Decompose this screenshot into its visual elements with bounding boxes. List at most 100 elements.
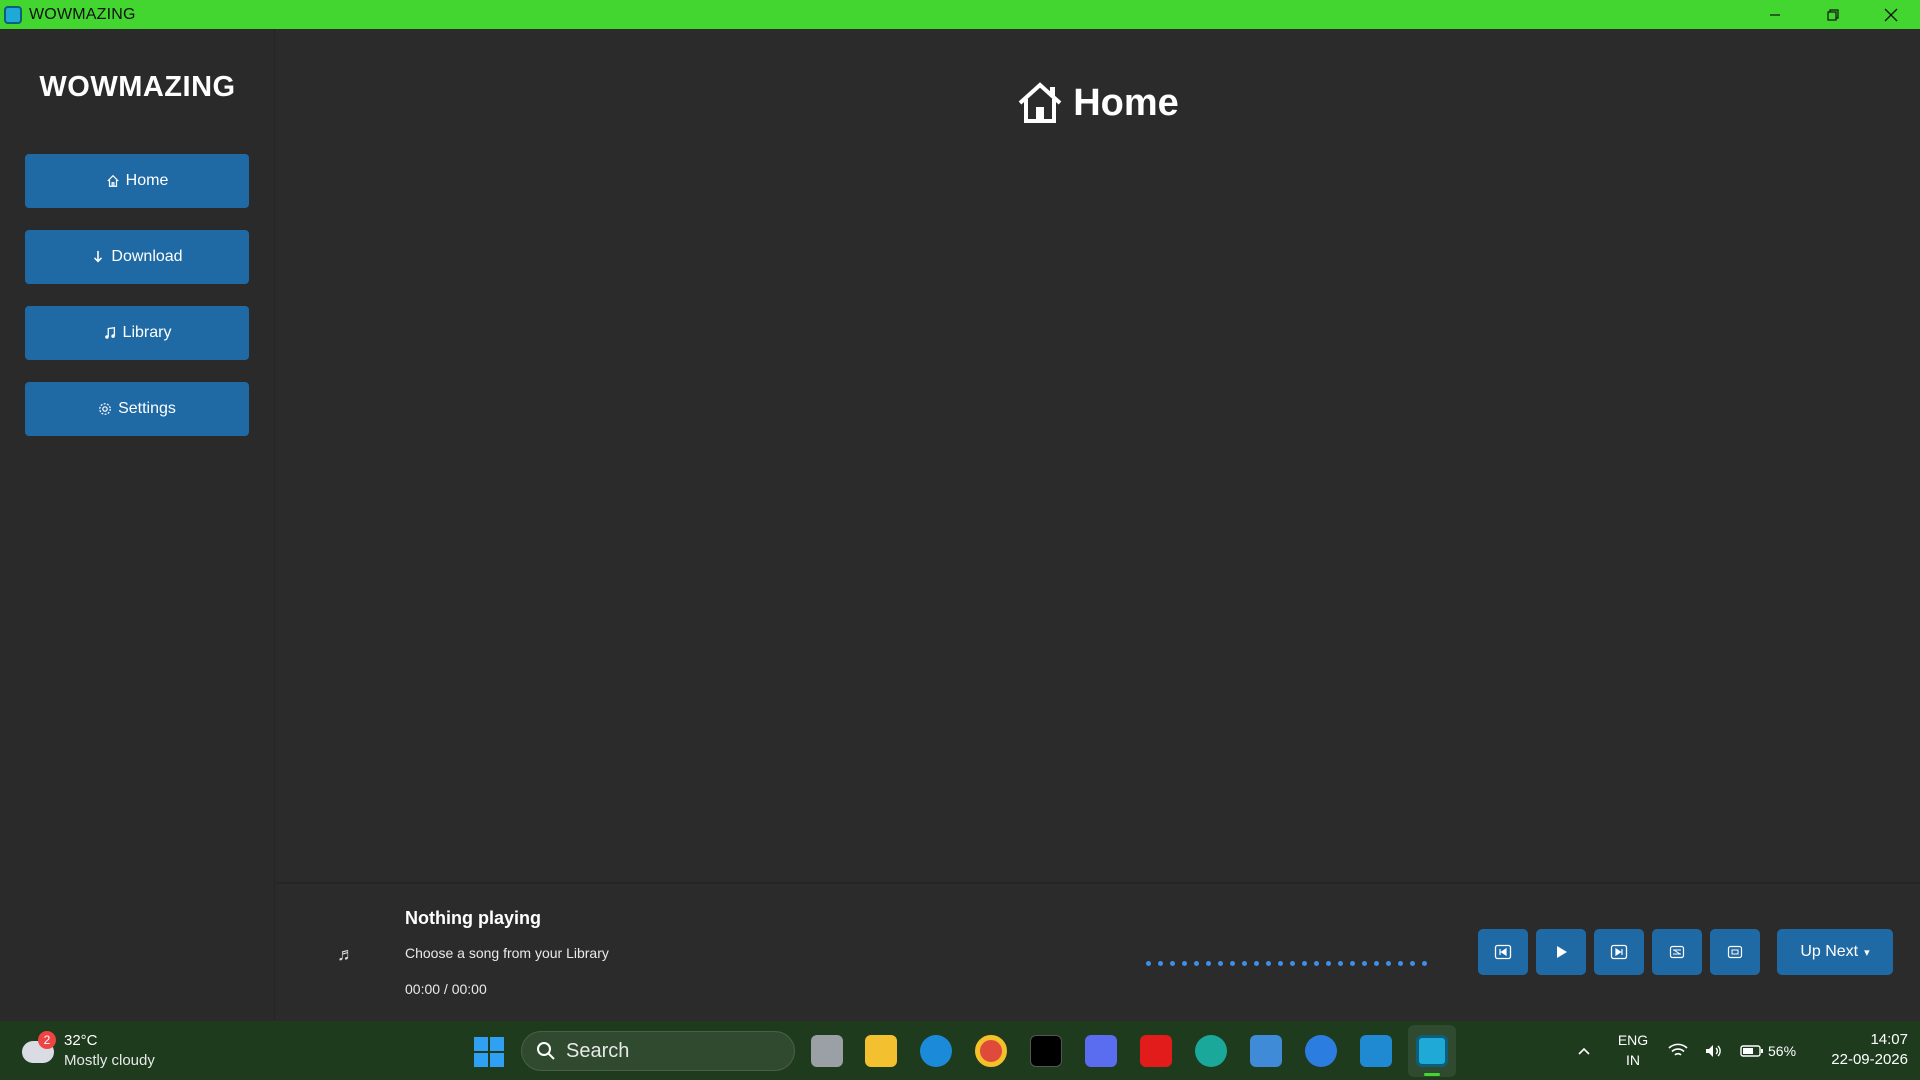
play-button[interactable] (1536, 929, 1586, 975)
battery-icon (1740, 1044, 1763, 1057)
close-button[interactable] (1862, 0, 1920, 29)
progress-dot (1230, 960, 1235, 966)
progress-dot (1158, 960, 1163, 966)
search-label: Search (566, 1039, 630, 1062)
progress-dot (1266, 960, 1271, 966)
progress-dot (1386, 960, 1391, 966)
progress-dot (1254, 960, 1259, 966)
restore-button[interactable] (1804, 0, 1862, 29)
shuffle-button[interactable] (1652, 929, 1702, 975)
progress-dot (1302, 960, 1307, 966)
sidebar-item-settings[interactable]: Settings (25, 382, 249, 436)
next-icon (1610, 944, 1628, 960)
wifi-icon[interactable] (1668, 1021, 1688, 1080)
now-playing-title: Nothing playing (405, 908, 541, 928)
progress-dot (1290, 960, 1295, 966)
active-indicator (1424, 1073, 1440, 1076)
progress-dot (1146, 960, 1151, 966)
playback-time: 00:00 / 00:00 (405, 981, 487, 997)
progress-slider[interactable] (1146, 958, 1446, 968)
sidebar-item-home[interactable]: Home (25, 154, 249, 208)
notification-badge: 2 (38, 1031, 56, 1049)
progress-dot (1410, 960, 1415, 966)
file-explorer-icon[interactable] (865, 1035, 897, 1067)
sidebar-item-download[interactable]: Download (25, 230, 249, 284)
taskbar: 2 32°C Mostly cloudy Search ENG IN 56% 1… (0, 1021, 1920, 1080)
home-icon (106, 174, 119, 187)
sidebar-item-label: Download (111, 248, 183, 265)
progress-dot (1398, 960, 1403, 966)
neo-app-icon[interactable] (1140, 1035, 1172, 1067)
app-icon (4, 5, 22, 24)
progress-dot (1362, 960, 1367, 966)
m365-icon[interactable] (1250, 1035, 1282, 1067)
next-button[interactable] (1594, 929, 1644, 975)
clock-date: 22-09-2026 (1831, 1051, 1908, 1068)
weather-widget[interactable]: 2 32°C Mostly cloudy (22, 1031, 202, 1071)
progress-dot (1374, 960, 1379, 966)
page-header: Home (276, 81, 1920, 125)
music-note-icon (104, 326, 115, 339)
sidebar-item-label: Settings (118, 400, 176, 417)
previous-icon (1494, 944, 1512, 960)
restore-icon (1827, 8, 1839, 21)
progress-dot (1170, 960, 1175, 966)
home-icon (1018, 82, 1062, 123)
sidebar-item-library[interactable]: Library (25, 306, 249, 360)
vscode-icon[interactable] (1360, 1035, 1392, 1067)
play-icon (1557, 946, 1567, 958)
sidebar-item-label: Library (122, 324, 172, 341)
start-button[interactable] (474, 1037, 504, 1067)
weather-temp: 32°C (64, 1032, 98, 1049)
chevron-up-icon (1578, 1047, 1590, 1055)
progress-dot (1218, 960, 1223, 966)
windows-logo-icon (474, 1037, 488, 1051)
sidebar-item-label: Home (125, 172, 169, 189)
progress-dot (1338, 960, 1343, 966)
main-content: Home (276, 29, 1920, 882)
chrome-icon[interactable] (975, 1035, 1007, 1067)
progress-dot (1194, 960, 1199, 966)
minimize-icon (1770, 13, 1780, 16)
up-next-dropdown[interactable]: Up Next ▾ (1777, 929, 1893, 975)
progress-dot (1182, 960, 1187, 966)
up-next-label: Up Next (1800, 943, 1859, 960)
battery-indicator[interactable]: 56% (1740, 1021, 1796, 1080)
previous-button[interactable] (1478, 929, 1528, 975)
download-icon (94, 250, 103, 263)
app-icon-teal[interactable] (1195, 1035, 1227, 1067)
progress-dot (1326, 960, 1331, 966)
sidebar: WOWMAZING Home Download Library Settings (0, 29, 275, 1021)
repeat-button[interactable] (1710, 929, 1760, 975)
lang-top: ENG (1617, 1032, 1649, 1048)
tray-overflow-button[interactable] (1576, 1021, 1592, 1080)
edge-icon[interactable] (920, 1035, 952, 1067)
progress-dot (1206, 960, 1211, 966)
volume-icon[interactable] (1704, 1021, 1724, 1080)
player-bar: ♬ Nothing playing Choose a song from you… (276, 882, 1920, 1021)
title-bar: WOWMAZING (0, 0, 1920, 29)
app-icon-dark[interactable] (1030, 1035, 1062, 1067)
clock[interactable]: 14:07 22-09-2026 (1808, 1030, 1908, 1070)
brand-title: WOWMAZING (39, 71, 236, 103)
taskbar-search[interactable]: Search (521, 1031, 795, 1071)
lang-bottom: IN (1626, 1052, 1640, 1068)
battery-percent: 56% (1768, 1042, 1797, 1059)
now-playing-subtitle: Choose a song from your Library (405, 945, 609, 961)
progress-dot (1278, 960, 1283, 966)
minimize-button[interactable] (1746, 0, 1804, 29)
progress-dot (1242, 960, 1247, 966)
copilot-icon[interactable] (1085, 1035, 1117, 1067)
weather-condition: Mostly cloudy (64, 1052, 155, 1069)
window-controls (1746, 0, 1920, 29)
task-view-icon[interactable] (811, 1035, 843, 1067)
page-title: Home (1073, 81, 1179, 124)
language-indicator[interactable]: ENG IN (1615, 1030, 1651, 1070)
search-icon (537, 1042, 555, 1060)
progress-dot (1350, 960, 1355, 966)
window-title: WOWMAZING (29, 5, 136, 23)
gear-icon (99, 403, 111, 415)
help-icon[interactable] (1305, 1035, 1337, 1067)
progress-dot (1314, 960, 1319, 966)
active-app-slot[interactable] (1408, 1025, 1456, 1077)
